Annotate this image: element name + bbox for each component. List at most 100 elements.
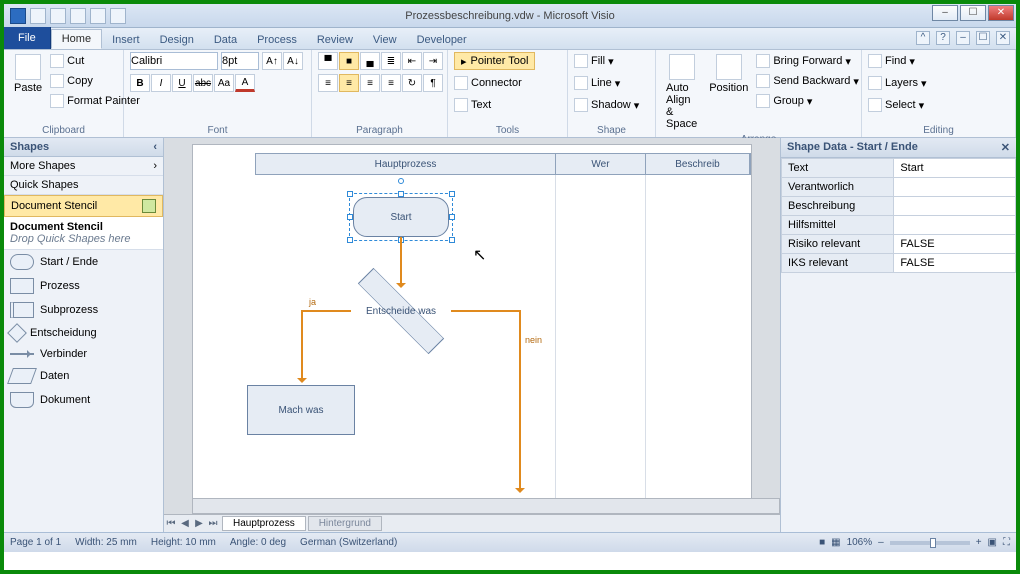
font-family-select[interactable] (130, 52, 218, 70)
sd-val[interactable] (894, 197, 1016, 216)
bold-button[interactable]: B (130, 74, 150, 92)
sd-val[interactable] (894, 178, 1016, 197)
horizontal-scrollbar[interactable] (192, 498, 780, 514)
shape-dokument[interactable]: Dokument (4, 388, 163, 412)
sd-val[interactable]: FALSE (894, 235, 1016, 254)
qat-redo-icon[interactable] (70, 8, 86, 24)
paragraph-spacing-button[interactable]: ¶ (423, 74, 443, 92)
doc-minimize-icon[interactable]: – (956, 31, 970, 45)
shape-process[interactable]: Mach was (247, 385, 355, 435)
paste-button[interactable]: Paste (10, 52, 46, 96)
swimlane-header[interactable]: Hauptprozess Wer Beschreib (255, 153, 751, 175)
shape-daten[interactable]: Daten (4, 364, 163, 388)
qat-print-icon[interactable] (90, 8, 106, 24)
strike-button[interactable]: abc (193, 74, 213, 92)
window-maximize-button[interactable]: ☐ (960, 5, 986, 21)
sheet-nav-prev[interactable]: ◀ (178, 518, 192, 529)
fill-button[interactable]: Fill ▾ (574, 52, 614, 70)
sheet-nav-last[interactable]: ⏭ (206, 518, 220, 529)
macro-record-icon[interactable]: ■ (819, 537, 825, 548)
zoom-in-button[interactable]: + (976, 537, 982, 548)
shrink-font-button[interactable]: A↓ (283, 52, 303, 70)
shape-subprozess[interactable]: Subprozess (4, 298, 163, 322)
lane-wer[interactable]: Wer (556, 154, 646, 174)
rotate-button[interactable]: ↻ (402, 74, 422, 92)
align-top-button[interactable]: ▀ (318, 52, 338, 70)
find-button[interactable]: Find ▾ (868, 52, 915, 70)
align-right-button[interactable]: ≡ (360, 74, 380, 92)
window-close-button[interactable]: ✕ (988, 5, 1014, 21)
drawing-page[interactable]: Hauptprozess Wer Beschreib Start Entsche… (192, 144, 752, 504)
quick-shapes-row[interactable]: Quick Shapes (4, 176, 163, 195)
font-size-select[interactable] (221, 52, 259, 70)
shape-prozess[interactable]: Prozess (4, 274, 163, 298)
group-button[interactable]: Group ▾ (756, 92, 859, 110)
layers-button[interactable]: Layers ▾ (868, 74, 927, 92)
lane-beschreib[interactable]: Beschreib (646, 154, 750, 174)
qat-save-icon[interactable] (30, 8, 46, 24)
zoom-out-button[interactable]: – (878, 537, 884, 548)
send-backward-button[interactable]: Send Backward ▾ (756, 72, 859, 90)
page-break-icon[interactable]: ▦ (831, 537, 840, 548)
tab-data[interactable]: Data (204, 31, 247, 49)
sheet-nav-first[interactable]: ⏮ (164, 518, 178, 529)
select-button[interactable]: Select ▾ (868, 96, 924, 114)
lane-hauptprozess[interactable]: Hauptprozess (256, 154, 556, 174)
chevron-left-icon[interactable]: ‹ (153, 141, 157, 153)
shapes-pane-header[interactable]: Shapes‹ (4, 138, 163, 157)
sheet-tab-active[interactable]: Hauptprozess (222, 516, 306, 531)
shape-start-ende[interactable]: Start / Ende (4, 250, 163, 274)
underline-button[interactable]: U (172, 74, 192, 92)
text-tool-button[interactable]: Text (454, 96, 491, 114)
ribbon-minimize-icon[interactable]: ^ (916, 31, 930, 45)
connector-tool-button[interactable]: Connector (454, 74, 522, 92)
connector-nein-v[interactable] (519, 310, 521, 490)
tab-view[interactable]: View (363, 31, 407, 49)
shape-verbinder[interactable]: Verbinder (4, 344, 163, 364)
sd-val[interactable]: Start (894, 159, 1016, 178)
zoom-slider[interactable] (890, 541, 970, 545)
canvas-area[interactable]: Hauptprozess Wer Beschreib Start Entsche… (164, 138, 780, 532)
qat-undo-icon[interactable] (50, 8, 66, 24)
tab-review[interactable]: Review (307, 31, 363, 49)
sheet-tab-inactive[interactable]: Hintergrund (308, 516, 382, 531)
autoalign-button[interactable]: Auto Align & Space (662, 52, 701, 132)
connector-1[interactable] (400, 237, 402, 285)
fit-page-button[interactable]: ▣ (988, 537, 997, 548)
sd-val[interactable]: FALSE (894, 254, 1016, 273)
qat-customize-icon[interactable] (110, 8, 126, 24)
sd-val[interactable] (894, 216, 1016, 235)
text-case-button[interactable]: Aa (214, 74, 234, 92)
italic-button[interactable]: I (151, 74, 171, 92)
tab-insert[interactable]: Insert (102, 31, 150, 49)
line-button[interactable]: Line ▾ (574, 74, 620, 92)
selection-handles[interactable] (349, 193, 453, 241)
position-button[interactable]: Position (705, 52, 752, 96)
zoom-level[interactable]: 106% (847, 537, 873, 548)
file-tab[interactable]: File (4, 27, 51, 49)
document-stencil-row[interactable]: Document Stencil (4, 195, 163, 217)
close-icon[interactable]: ✕ (1001, 141, 1010, 154)
font-color-button[interactable]: A (235, 74, 255, 92)
help-icon[interactable]: ? (936, 31, 950, 45)
indent-decrease-button[interactable]: ⇤ (402, 52, 422, 70)
connector-nein-h[interactable] (451, 310, 521, 312)
tab-developer[interactable]: Developer (407, 31, 477, 49)
tab-design[interactable]: Design (150, 31, 204, 49)
align-middle-button[interactable]: ■ (339, 52, 359, 70)
tab-process[interactable]: Process (247, 31, 307, 49)
grow-font-button[interactable]: A↑ (262, 52, 282, 70)
bring-forward-button[interactable]: Bring Forward ▾ (756, 52, 859, 70)
pointer-tool-button[interactable]: ▸Pointer Tool (454, 52, 535, 70)
shape-entscheidung[interactable]: Entscheidung (4, 322, 163, 344)
align-justify-button[interactable]: ≡ (381, 74, 401, 92)
tab-home[interactable]: Home (51, 29, 102, 49)
shadow-button[interactable]: Shadow ▾ (574, 96, 639, 114)
doc-restore-icon[interactable]: ☐ (976, 31, 990, 45)
align-bottom-button[interactable]: ▄ (360, 52, 380, 70)
sheet-nav-next[interactable]: ▶ (192, 518, 206, 529)
fullscreen-button[interactable]: ⛶ (1003, 537, 1010, 548)
window-minimize-button[interactable]: – (932, 5, 958, 21)
shape-decision[interactable]: Entscheide was (351, 291, 451, 331)
indent-increase-button[interactable]: ⇥ (423, 52, 443, 70)
